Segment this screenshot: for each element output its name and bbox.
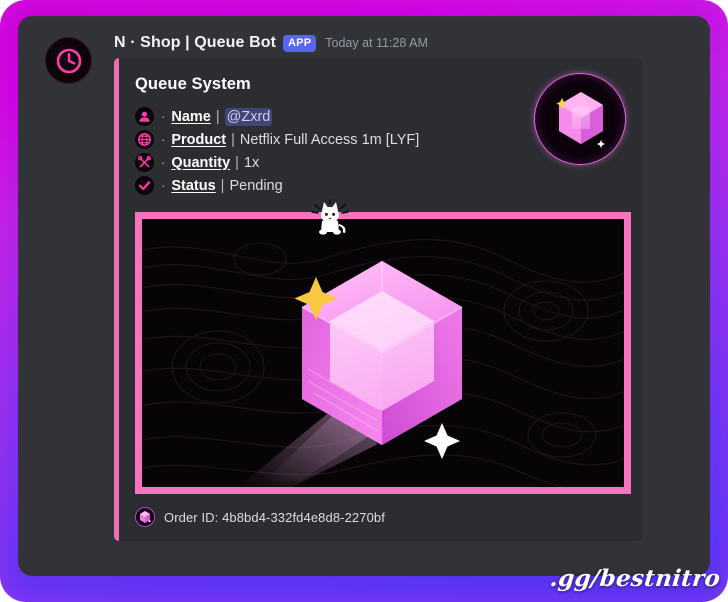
bot-avatar[interactable] [45, 37, 92, 84]
field-separator: | [235, 154, 239, 171]
order-id-text: Order ID: 4b8bd4-332fd4e8d8-2270bf [164, 509, 385, 525]
globe-icon [135, 130, 154, 149]
white-cat-sticker [308, 199, 352, 235]
field-label-product: Product [171, 131, 227, 148]
field-separator: | [215, 108, 220, 125]
embed-thumbnail[interactable] [534, 73, 626, 165]
watermark: .gg/bestnitro [548, 565, 722, 592]
field-bullet: · [161, 155, 166, 170]
field-bullet: · [161, 109, 166, 124]
message-timestamp: Today at 11:28 AM [325, 36, 428, 50]
embed-field-name: · Name | @Zxrd [135, 105, 520, 128]
message-header: N · Shop | Queue Bot APP Today at 11:28 … [114, 32, 700, 54]
field-separator: | [220, 177, 225, 194]
embed-footer: Order ID: 4b8bd4-332fd4e8d8-2270bf [135, 507, 626, 527]
embed-title: Queue System [135, 75, 251, 93]
embed-content: Queue System · Name | @Zxrd · Product | … [135, 75, 520, 197]
person-icon [135, 107, 154, 126]
clock-icon [54, 46, 84, 76]
field-bullet: · [161, 132, 166, 147]
embed-field-product: · Product | Netflix Full Access 1m [LYF] [135, 128, 520, 151]
message-body: N · Shop | Queue Bot APP Today at 11:28 … [114, 32, 710, 541]
tools-icon [135, 153, 154, 172]
embed-image-canvas [142, 219, 624, 487]
field-separator: | [231, 131, 235, 148]
pink-gem-artwork [142, 219, 624, 487]
embed-field-quantity: · Quantity | 1x [135, 151, 520, 174]
status-badge: Pending [229, 177, 283, 194]
chat-message: N · Shop | Queue Bot APP Today at 11:28 … [18, 16, 710, 576]
discord-message-surface: N · Shop | Queue Bot APP Today at 11:28 … [18, 16, 710, 576]
field-bullet: · [161, 178, 166, 193]
app-badge: APP [283, 34, 317, 52]
embed: Queue System · Name | @Zxrd · Product | … [114, 58, 642, 541]
field-label-status: Status [171, 177, 216, 194]
pink-gem-icon [135, 507, 155, 527]
message-author[interactable]: N · Shop | Queue Bot [114, 33, 276, 53]
embed-top-grid: Queue System · Name | @Zxrd · Product | … [135, 73, 626, 197]
field-value-quantity: 1x [243, 154, 260, 171]
field-value-product: Netflix Full Access 1m [LYF] [239, 131, 420, 148]
neon-frame: N · Shop | Queue Bot APP Today at 11:28 … [0, 0, 728, 602]
field-label-quantity: Quantity [171, 154, 231, 171]
embed-image[interactable] [135, 199, 631, 494]
embed-field-status: · Status | Pending [135, 174, 520, 197]
user-mention[interactable]: @Zxrd [224, 107, 273, 126]
field-label-name: Name [171, 108, 211, 125]
check-icon [135, 176, 154, 195]
